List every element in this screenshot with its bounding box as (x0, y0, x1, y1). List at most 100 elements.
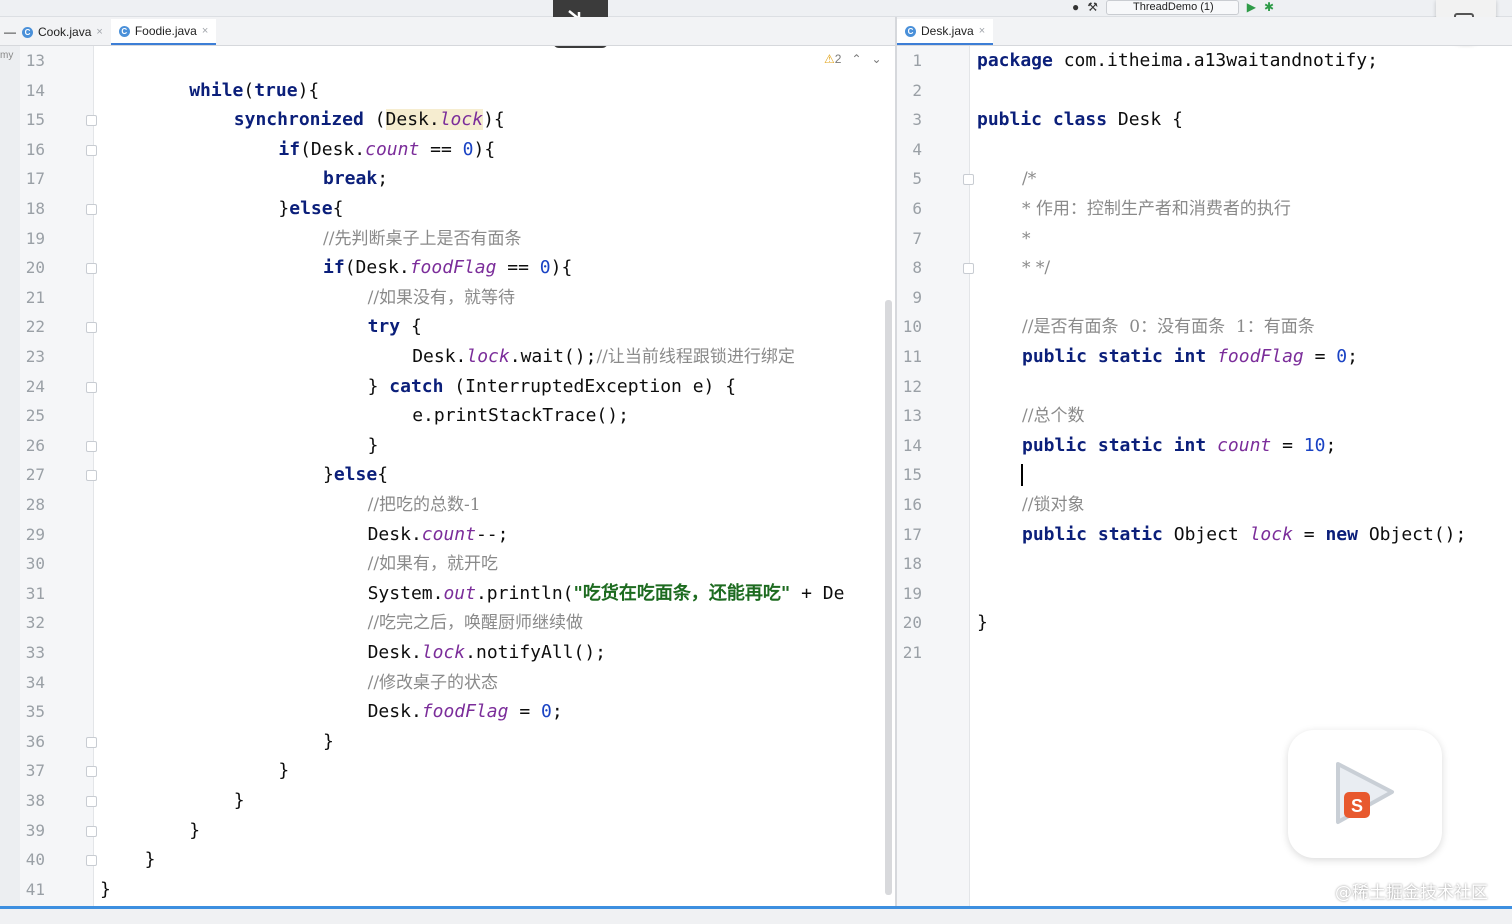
code-line[interactable]: //锁对象 (1022, 490, 1084, 520)
tab-foodie[interactable]: C Foodie.java × (110, 19, 217, 45)
code-line[interactable]: package com.itheima.a13waitandnotify; (977, 46, 1378, 76)
line-number: 40 (25, 850, 45, 870)
code-token: e.printStackTrace(); (412, 405, 629, 427)
code-line[interactable]: if(Desk.foodFlag == 0){ (323, 253, 572, 283)
class-icon: C (118, 25, 130, 37)
fold-marker[interactable] (86, 796, 97, 807)
fold-marker[interactable] (86, 381, 97, 393)
code-line[interactable]: } (368, 431, 379, 461)
code-line[interactable]: * 作用：控制生产者和消费者的执行 (1022, 194, 1291, 224)
fold-marker[interactable] (963, 174, 974, 186)
code-line[interactable]: Desk.count--; (368, 520, 509, 550)
warning-count: ⚠2 (824, 52, 841, 66)
close-icon[interactable]: × (202, 25, 208, 37)
code-line[interactable]: * (1022, 224, 1031, 254)
code-line[interactable]: if(Desk.count == 0){ (278, 135, 495, 165)
fold-marker[interactable] (86, 263, 97, 275)
code-line[interactable]: public static Object lock = new Object()… (1022, 520, 1466, 550)
fold-marker[interactable] (86, 855, 97, 867)
code-token: .notifyAll(); (465, 642, 607, 663)
code-token: Desk. (367, 523, 422, 545)
line-number: 35 (25, 702, 45, 722)
code-line[interactable]: } (100, 875, 111, 905)
code-line[interactable]: break; (323, 164, 388, 194)
code-line[interactable]: //如果有，就开吃 (368, 549, 498, 579)
code-token: else (289, 198, 333, 219)
code-line[interactable]: System.out.println("吃货在吃面条，还能再吃" + De (368, 579, 845, 609)
collapse-handle[interactable]: — (0, 19, 16, 45)
code-token: } (367, 375, 390, 397)
code-line[interactable]: synchronized (Desk.lock){ (234, 105, 505, 135)
code-line[interactable]: //是否有面条 0：没有面条 1：有面条 (1022, 312, 1315, 342)
vertical-scrollbar[interactable] (885, 300, 892, 895)
code-line[interactable]: } (278, 756, 289, 786)
fold-marker[interactable] (86, 470, 97, 482)
code-line[interactable]: Desk.foodFlag = 0; (368, 697, 563, 727)
tab-cook[interactable]: C Cook.java × (14, 19, 111, 45)
code-line[interactable]: try { (368, 312, 422, 342)
fold-marker[interactable] (963, 263, 974, 275)
code-line[interactable]: /* (1022, 164, 1036, 194)
code-line[interactable]: //如果没有，就等待 (368, 283, 515, 313)
fold-marker[interactable] (86, 440, 97, 452)
code-line[interactable]: }else{ (278, 194, 343, 224)
code-line[interactable]: Desk.lock.notifyAll(); (368, 638, 606, 668)
code-line[interactable]: Desk.lock.wait();//让当前线程跟锁进行绑定 (412, 342, 795, 372)
code-line[interactable]: }else{ (323, 460, 388, 490)
fold-marker[interactable] (86, 766, 97, 778)
code-line[interactable]: public class Desk { (977, 105, 1183, 135)
debug-icon[interactable]: ✱ (1264, 1, 1274, 13)
code-token: lock (1249, 523, 1293, 545)
left-editor[interactable]: my 13 14 while(true){15 synchronized (Desk.… (0, 46, 895, 909)
chevron-down-icon[interactable]: ⌄ (872, 52, 882, 66)
hammer-icon[interactable]: ⚒ (1087, 1, 1098, 13)
code-line[interactable]: //吃完之后，唤醒厨师继续做 (368, 608, 583, 638)
close-icon[interactable]: × (96, 26, 102, 38)
fold-marker[interactable] (86, 144, 97, 156)
code-token: 0 (462, 138, 474, 160)
line-number: 15 (25, 110, 45, 130)
code-line[interactable]: } (234, 786, 245, 816)
code-line[interactable]: //修改桌子的状态 (368, 668, 498, 698)
user-icon[interactable]: ● (1072, 1, 1079, 13)
chevron-up-icon[interactable]: ⌃ (851, 52, 861, 66)
inspection-widget[interactable]: ⚠2 ⌃ ⌄ (824, 52, 882, 66)
code-line[interactable]: public static int foodFlag = 0; (1022, 342, 1358, 372)
tab-desk[interactable]: C Desk.java × (897, 19, 994, 45)
code-line[interactable]: } (189, 816, 200, 846)
code-token: Desk. (367, 701, 422, 723)
code-line[interactable]: //总个数 (1022, 401, 1084, 431)
code-line[interactable]: } (145, 845, 156, 875)
fold-marker[interactable] (86, 204, 97, 215)
line-number: 24 (25, 376, 45, 396)
fold-marker[interactable] (86, 322, 97, 334)
code-token: ){ (297, 79, 320, 101)
fold-marker[interactable] (86, 115, 97, 127)
code-line[interactable]: public static int count = 10; (1022, 431, 1336, 461)
code-line[interactable]: } catch (InterruptedException e) { (368, 372, 736, 402)
code-token: Desk { (1107, 109, 1183, 131)
run-config-selector[interactable]: ThreadDemo (1) (1106, 0, 1239, 15)
line-number: 7 (912, 228, 922, 248)
code-line[interactable]: //先判断桌子上是否有面条 (323, 224, 521, 254)
code-token: foodFlag (421, 701, 509, 723)
line-number: 2 (912, 80, 922, 100)
code-line[interactable]: e.printStackTrace(); (412, 401, 629, 431)
code-token: ( (243, 79, 255, 101)
code-line[interactable]: } (323, 727, 334, 757)
fold-marker[interactable] (86, 736, 97, 748)
code-line[interactable]: while(true){ (189, 76, 319, 106)
code-line[interactable]: } (977, 608, 988, 638)
run-icon[interactable]: ▶ (1247, 1, 1256, 13)
right-tab-bar: C Desk.java × (897, 17, 1512, 46)
code-line[interactable]: //把吃的总数-1 (368, 490, 481, 520)
close-icon[interactable]: × (979, 25, 985, 37)
fold-marker[interactable] (86, 825, 97, 837)
floating-mascot-widget[interactable]: S (1288, 730, 1442, 858)
code-token: System. (367, 582, 444, 604)
code-token: * */ (1022, 258, 1051, 279)
code-line[interactable]: * */ (1022, 253, 1050, 283)
code-token: com.itheima.a13waitandnotify; (1052, 50, 1378, 71)
line-number: 37 (25, 761, 45, 781)
